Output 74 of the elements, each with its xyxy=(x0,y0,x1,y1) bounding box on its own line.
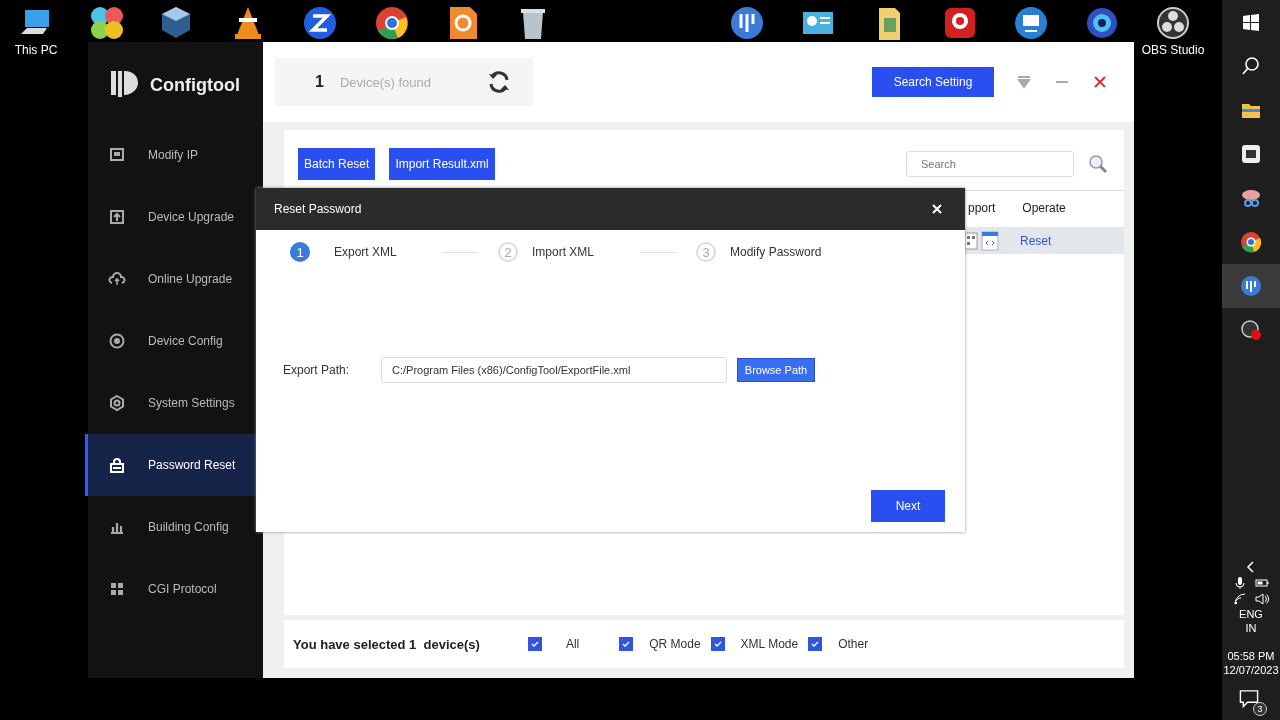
checkbox-label[interactable]: QR Mode xyxy=(649,637,701,651)
record-icon[interactable] xyxy=(1240,319,1262,341)
close-icon[interactable] xyxy=(931,203,943,215)
chrome-icon[interactable] xyxy=(1240,231,1262,253)
search-setting-button[interactable]: Search Setting xyxy=(872,67,994,97)
step-label: Import XML xyxy=(532,245,595,259)
scissors-icon[interactable] xyxy=(1240,187,1262,209)
search-icon[interactable] xyxy=(1240,55,1262,77)
region-indicator[interactable]: IN xyxy=(1245,622,1257,634)
nav-item[interactable]: CGI Protocol xyxy=(85,558,263,620)
language-indicator[interactable]: ENG xyxy=(1239,608,1263,620)
app-logo-icon[interactable] xyxy=(1240,275,1262,297)
obs-logo-icon[interactable] xyxy=(1154,4,1192,42)
step-label: Export XML xyxy=(334,245,398,259)
monitor-icon[interactable] xyxy=(1012,4,1050,42)
code-file-icon xyxy=(981,230,999,251)
speaker-icon[interactable] xyxy=(1255,592,1269,606)
step-label: Modify Password xyxy=(730,245,823,259)
windows-icon[interactable] xyxy=(1240,11,1262,33)
desktop-icon-label[interactable]: OBS Studio xyxy=(1141,43,1205,57)
app-logo-icon[interactable] xyxy=(728,4,766,42)
screen-icon xyxy=(108,146,126,164)
step-number: 1 xyxy=(290,242,310,262)
clock-date[interactable]: 12/07/2023 xyxy=(1223,664,1279,676)
nav-item[interactable]: Device Upgrade xyxy=(85,186,263,248)
toolbar-button[interactable]: Import Result.xml xyxy=(389,148,495,180)
gear-icon xyxy=(108,394,126,412)
column-header: Operate xyxy=(1022,201,1066,215)
checkmark-icon xyxy=(621,639,632,649)
reset-link[interactable]: Reset xyxy=(1020,233,1052,248)
checkbox[interactable] xyxy=(710,637,725,651)
field-label: Export Path: xyxy=(283,363,351,377)
cloud-icon xyxy=(108,270,126,288)
nav-item[interactable]: Modify IP xyxy=(85,124,263,186)
checkmark-icon xyxy=(712,639,723,649)
wifi-icon[interactable] xyxy=(1233,592,1247,606)
dialog-title: Reset Password xyxy=(274,202,362,216)
lock-icon xyxy=(108,456,126,474)
nav-item[interactable]: Device Config xyxy=(85,310,263,372)
export-path-field[interactable]: C:/Program Files (x86)/ConfigTool/ExportFile.xml xyxy=(381,357,727,383)
refresh-icon[interactable] xyxy=(487,70,511,94)
checkbox-label[interactable]: Other xyxy=(838,637,869,651)
app-title: Configtool xyxy=(150,74,240,96)
target-icon xyxy=(108,332,126,350)
device-count-label: Device(s) found xyxy=(339,74,431,90)
device-count: 1 xyxy=(315,73,324,91)
checkbox-label[interactable]: All xyxy=(565,637,580,651)
step-number: 3 xyxy=(696,242,716,262)
desktop-icon-label[interactable]: This PC xyxy=(14,43,58,57)
chrome-icon[interactable] xyxy=(373,4,411,42)
browse-path-button[interactable]: Browse Path xyxy=(737,358,815,382)
checkbox[interactable] xyxy=(808,637,823,651)
microphone-icon[interactable] xyxy=(1233,576,1247,590)
nav-item[interactable]: Online Upgrade xyxy=(85,248,263,310)
checkbox-label[interactable]: XML Mode xyxy=(740,637,799,651)
step-number: 2 xyxy=(498,242,518,262)
flower-icon[interactable] xyxy=(88,4,126,42)
upload-icon xyxy=(108,208,126,226)
search-field[interactable]: Search xyxy=(906,151,1074,177)
checkmark-icon xyxy=(529,639,540,649)
checkmark-icon xyxy=(810,639,821,649)
next-button[interactable]: Next xyxy=(871,490,945,522)
nav-item[interactable]: System Settings xyxy=(85,372,263,434)
nav-item[interactable]: Building Config xyxy=(85,496,263,558)
z-circle-icon[interactable] xyxy=(301,4,339,42)
network-port-icon[interactable] xyxy=(1240,143,1262,165)
grid-icon xyxy=(108,580,126,598)
battery-icon[interactable] xyxy=(1255,576,1269,590)
toolbar-button[interactable]: Batch Reset xyxy=(298,148,376,180)
column-header: pport xyxy=(968,201,996,215)
checkbox[interactable] xyxy=(619,637,634,651)
checkbox[interactable] xyxy=(527,637,542,651)
selection-summary: You have selected 1 device(s) xyxy=(293,636,480,652)
clock-time[interactable]: 05:58 PM xyxy=(1227,650,1275,662)
